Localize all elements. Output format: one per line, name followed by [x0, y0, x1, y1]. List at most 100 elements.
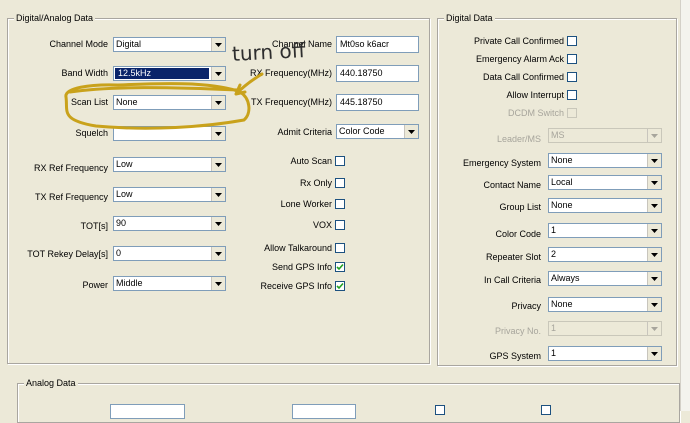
admit-criteria-label: Admit Criteria	[277, 127, 332, 137]
admit-criteria-select[interactable]: Color Code	[336, 124, 419, 139]
rx-ref-frequency-label: RX Ref Frequency	[33, 163, 108, 173]
analog-data-group-title: Analog Data	[24, 377, 78, 389]
vertical-scrollbar[interactable]	[680, 0, 690, 411]
chevron-down-icon[interactable]	[211, 127, 225, 140]
chevron-down-icon[interactable]	[404, 125, 418, 138]
digital-analog-group-title: Digital/Analog Data	[14, 12, 96, 24]
contact-name-select[interactable]: Local	[548, 175, 662, 190]
tot-rekey-delay-select[interactable]: 0	[113, 246, 226, 261]
checkmark-icon	[336, 282, 344, 290]
in-call-criteria-select[interactable]: Always	[548, 271, 662, 286]
chevron-down-icon[interactable]	[647, 298, 661, 311]
chevron-down-icon[interactable]	[211, 188, 225, 201]
privacy-value: None	[551, 299, 573, 309]
color-code-value: 1	[551, 225, 557, 235]
power-select[interactable]: Middle	[113, 276, 226, 291]
color-code-label: Color Code	[495, 229, 541, 239]
emergency-system-select[interactable]: None	[548, 153, 662, 168]
chevron-down-icon[interactable]	[647, 176, 661, 189]
privacy-no-select: 1	[548, 321, 662, 336]
chevron-down-icon[interactable]	[647, 154, 661, 167]
gps-system-value: 1	[551, 348, 557, 358]
privacy-label: Privacy	[511, 301, 541, 311]
allow-talkaround-checkbox[interactable]	[335, 243, 345, 253]
group-list-select[interactable]: None	[548, 198, 662, 213]
repeater-slot-select[interactable]: 2	[548, 247, 662, 262]
allow-interrupt-checkbox[interactable]	[567, 90, 577, 100]
rx-only-label: Rx Only	[299, 178, 332, 188]
chevron-down-icon[interactable]	[211, 67, 225, 80]
auto-scan-checkbox[interactable]	[335, 156, 345, 166]
chevron-down-icon[interactable]	[647, 224, 661, 237]
tot-rekey-delay-value: 0	[116, 248, 122, 258]
rx-ref-frequency-value: Low	[116, 159, 133, 169]
analog-checkbox-2[interactable]	[541, 405, 551, 415]
chevron-down-icon[interactable]	[211, 38, 225, 51]
channel-mode-select[interactable]: Digital	[113, 37, 226, 52]
emergency-system-label: Emergency System	[462, 158, 541, 168]
data-call-confirmed-label: Data Call Confirmed	[482, 72, 564, 82]
tot-value: 90	[116, 218, 127, 228]
data-call-confirmed-checkbox[interactable]	[567, 72, 577, 82]
receive-gps-info-checkbox[interactable]	[335, 281, 345, 291]
color-code-select[interactable]: 1	[548, 223, 662, 238]
privacy-no-label: Privacy No.	[494, 326, 541, 336]
group-list-label: Group List	[499, 202, 541, 212]
emergency-alarm-ack-checkbox[interactable]	[567, 54, 577, 64]
gps-system-label: GPS System	[489, 351, 541, 361]
band-width-value: 12.5kHz	[115, 68, 209, 79]
chevron-down-icon[interactable]	[647, 272, 661, 285]
band-width-select[interactable]: 12.5kHz	[113, 66, 226, 81]
vox-checkbox[interactable]	[335, 220, 345, 230]
analog-field-select-1[interactable]	[110, 404, 185, 419]
tx-frequency-input[interactable]: 445.18750	[336, 94, 419, 111]
chevron-down-icon	[647, 129, 661, 142]
tx-ref-frequency-label: TX Ref Frequency	[34, 192, 108, 202]
chevron-down-icon[interactable]	[211, 158, 225, 171]
rx-ref-frequency-select[interactable]: Low	[113, 157, 226, 172]
rx-frequency-input[interactable]: 440.18750	[336, 65, 419, 82]
tot-rekey-delay-label: TOT Rekey Delay[s]	[27, 249, 108, 259]
send-gps-info-label: Send GPS Info	[271, 262, 332, 272]
analog-checkbox-1[interactable]	[435, 405, 445, 415]
allow-talkaround-label: Allow Talkaround	[264, 243, 332, 253]
rx-only-checkbox[interactable]	[335, 178, 345, 188]
repeater-slot-label: Repeater Slot	[485, 252, 541, 262]
privacy-select[interactable]: None	[548, 297, 662, 312]
scan-list-label: Scan List	[70, 97, 108, 107]
emergency-system-value: None	[551, 155, 573, 165]
channel-mode-label: Channel Mode	[49, 39, 108, 49]
chevron-down-icon[interactable]	[211, 96, 225, 109]
dcdm-switch-checkbox	[567, 108, 577, 118]
band-width-label: Band Width	[61, 68, 108, 78]
chevron-down-icon[interactable]	[647, 347, 661, 360]
tot-label: TOT[s]	[80, 221, 108, 231]
private-call-confirmed-checkbox[interactable]	[567, 36, 577, 46]
leader-ms-select: MS	[548, 128, 662, 143]
tx-ref-frequency-select[interactable]: Low	[113, 187, 226, 202]
vox-label: VOX	[312, 220, 332, 230]
channel-name-input[interactable]: Mt0so k6acr	[336, 36, 419, 53]
analog-field-select-2[interactable]	[292, 404, 356, 419]
repeater-slot-value: 2	[551, 249, 557, 259]
scan-list-value: None	[116, 97, 138, 107]
chevron-down-icon	[647, 322, 661, 335]
squelch-select[interactable]	[113, 126, 226, 141]
chevron-down-icon[interactable]	[211, 247, 225, 260]
tx-ref-frequency-value: Low	[116, 189, 133, 199]
allow-interrupt-label: Allow Interrupt	[506, 90, 564, 100]
chevron-down-icon[interactable]	[647, 199, 661, 212]
chevron-down-icon[interactable]	[211, 217, 225, 230]
scan-list-select[interactable]: None	[113, 95, 226, 110]
tot-select[interactable]: 90	[113, 216, 226, 231]
squelch-label: Squelch	[75, 128, 108, 138]
auto-scan-label: Auto Scan	[290, 156, 332, 166]
chevron-down-icon[interactable]	[211, 277, 225, 290]
chevron-down-icon[interactable]	[647, 248, 661, 261]
checkmark-icon	[336, 263, 344, 271]
private-call-confirmed-label: Private Call Confirmed	[473, 36, 564, 46]
gps-system-select[interactable]: 1	[548, 346, 662, 361]
power-label: Power	[82, 280, 108, 290]
lone-worker-checkbox[interactable]	[335, 199, 345, 209]
send-gps-info-checkbox[interactable]	[335, 262, 345, 272]
